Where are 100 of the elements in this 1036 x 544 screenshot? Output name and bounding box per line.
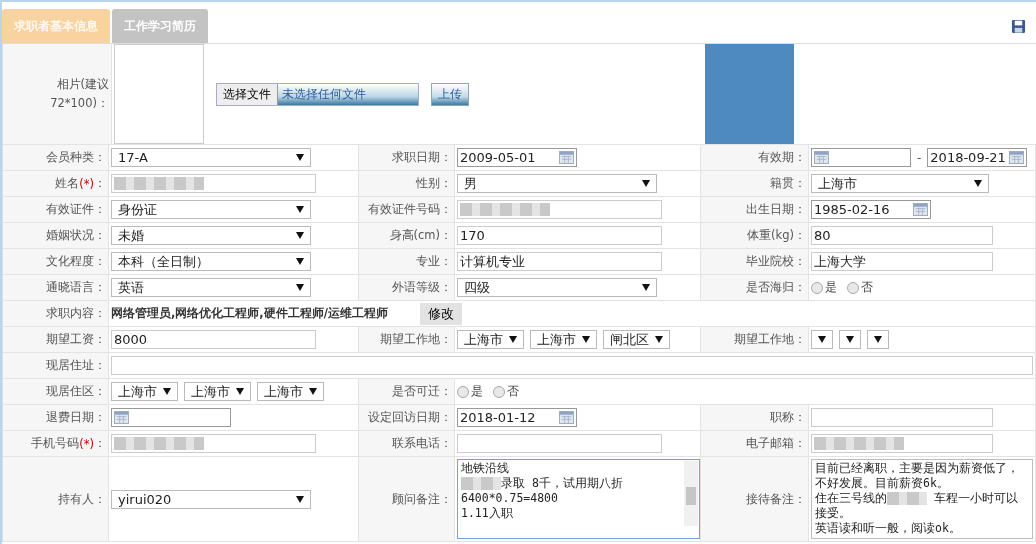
caret-icon [642,284,650,291]
field-label: 通晓语言： [3,275,109,300]
field-label: 持有人： [3,457,109,541]
dropdown[interactable]: 身份证 [111,200,311,219]
caret-icon [296,232,304,239]
field-label: 籍贯： [701,171,809,196]
dropdown[interactable]: yirui020 [111,489,311,509]
dropdown[interactable]: 未婚 [111,226,311,245]
save-icon[interactable] [1011,19,1026,34]
field-label: 专业： [359,249,455,274]
redacted-blur [461,477,501,490]
notes-field[interactable]: 目前已经离职，主要是因为薪资低了，不好发展。目前薪资6k。 住在三号线的 车程一小时可以接受。 英语读和听一般，阅读ok。 [811,459,1033,539]
dropdown[interactable]: 四级 [457,278,657,297]
input-field[interactable]: 上海大学 [811,252,993,271]
field-label: 有效期： [701,145,809,170]
upload-button[interactable]: 上传 [431,82,469,106]
dropdown[interactable]: 17-A [111,148,311,167]
caret-icon [163,388,171,395]
input-field[interactable]: 80 [811,226,993,245]
field-label: 求职日期： [359,145,455,170]
dropdown[interactable]: 闸北区 [603,330,670,349]
caret-icon [874,336,882,343]
field-label: 体重(kg)： [701,223,809,248]
calendar-icon [913,203,928,216]
input-field[interactable]: 8000 [111,330,316,349]
input-field[interactable] [811,434,993,453]
dropdown[interactable]: 上海市 [257,382,324,401]
caret-icon [582,336,590,343]
calendar-icon [1009,151,1025,164]
field-label: 现居住址： [3,353,109,378]
field-label: 职称： [701,405,809,430]
date-field[interactable]: 1985-02-16 [811,200,931,219]
calendar-icon [814,151,829,164]
calendar-icon [114,411,129,424]
redacted-blur [887,492,927,505]
field-label: 外语等级： [359,275,455,300]
dropdown[interactable] [839,330,861,349]
scrollbar[interactable] [684,461,698,526]
notes-field[interactable]: 地铁沿线 录取 8千，试用期八折 6400*0.75=4800 1.11入职 [457,459,700,539]
date-field[interactable] [111,408,231,427]
caret-icon [236,388,244,395]
input-field[interactable]: 计算机专业 [457,252,662,271]
field-label: 相片(建议 72*100)： [3,44,112,144]
dropdown[interactable]: 上海市 [184,382,251,401]
file-status: 未选择任何文件 [278,83,418,105]
field-label: 手机号码(*)： [3,431,109,456]
caret-icon [846,336,854,343]
radio-option[interactable]: 否 [847,279,873,296]
input-field[interactable] [111,356,1033,375]
dropdown[interactable]: 上海市 [111,382,178,401]
date-field[interactable]: 2009-05-01 [457,148,577,167]
file-field[interactable]: 选择文件 未选择任何文件 [216,82,419,106]
choose-file-button[interactable]: 选择文件 [217,83,278,105]
field-label: 性别： [359,171,455,196]
edit-button[interactable]: 修改 [419,302,462,325]
field-label: 身高(cm)： [359,223,455,248]
dropdown[interactable]: 男 [457,174,657,193]
field-label: 是否海归： [701,275,809,300]
caret-icon [296,495,304,503]
input-field[interactable]: 170 [457,226,662,245]
date-field[interactable]: 2018-01-12 [457,408,577,427]
caret-icon [655,336,663,343]
dropdown[interactable]: 本科（全日制） [111,252,311,271]
dropdown[interactable] [811,330,833,349]
field-label: 有效证件： [3,197,109,222]
field-label: 会员种类： [3,145,109,170]
field-label: 退费日期： [3,405,109,430]
field-label: 出生日期： [701,197,809,222]
field-label: 是否可迁： [359,379,455,404]
field-label: 电子邮箱： [701,431,809,456]
dropdown[interactable] [867,330,889,349]
input-field[interactable] [111,174,316,193]
caret-icon [818,336,826,343]
calendar-icon [559,151,574,164]
radio-option[interactable]: 是 [811,279,837,296]
caret-icon [642,180,650,187]
dropdown[interactable]: 上海市 [530,330,597,349]
job-titles: 网络管理员,网络优化工程师,硬件工程师/运维工程师 [111,306,388,321]
dropdown[interactable]: 上海市 [457,330,524,349]
field-label: 接待备注： [701,457,809,541]
caret-icon [509,336,517,343]
date-field[interactable] [811,148,911,167]
field-label: 期望工作地： [359,327,455,352]
field-label: 求职内容： [3,301,109,326]
radio-option[interactable]: 否 [493,383,519,400]
field-label: 姓名(*)： [3,171,109,196]
input-field[interactable] [457,200,662,219]
radio-option[interactable]: 是 [457,383,483,400]
caret-icon [296,206,304,213]
caret-icon [296,154,304,161]
date-field[interactable]: 2018-09-21 [927,148,1028,167]
input-field[interactable] [457,434,662,453]
field-label: 有效证件号码： [359,197,455,222]
dropdown[interactable]: 上海市 [811,174,989,193]
caret-icon [296,258,304,265]
input-field[interactable] [811,408,993,427]
dropdown[interactable]: 英语 [111,278,311,297]
range-separator: - [917,150,922,165]
field-label: 现居住区： [3,379,109,404]
input-field[interactable] [111,434,316,453]
